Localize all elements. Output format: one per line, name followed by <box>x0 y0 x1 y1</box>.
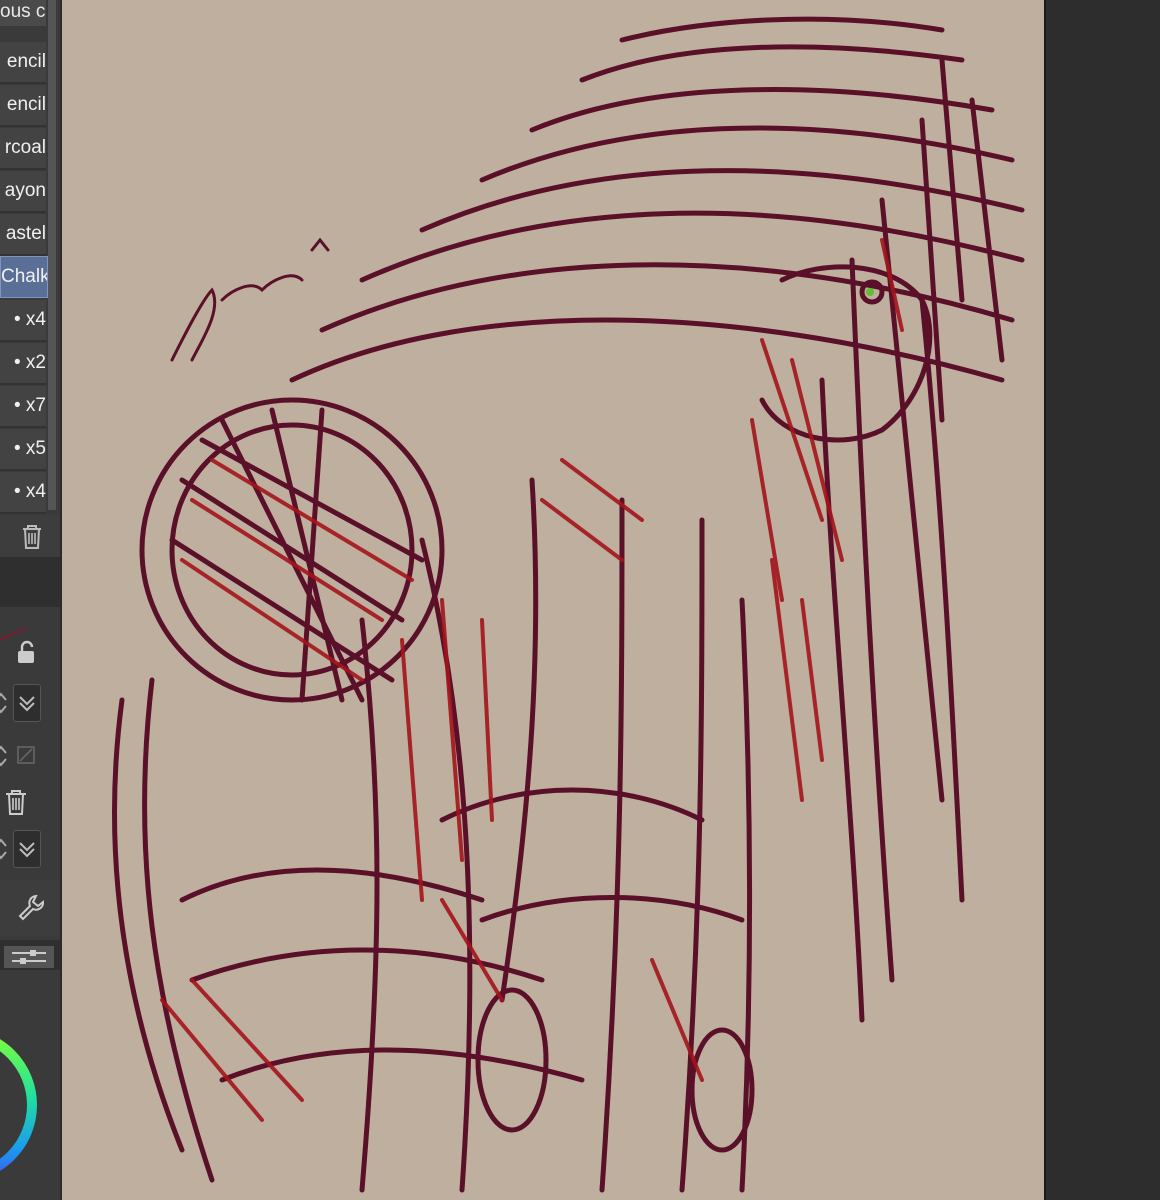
chevron-updown-icon[interactable] <box>0 834 8 864</box>
list-item[interactable]: • x4 <box>0 300 46 342</box>
layer-control-row-1 <box>0 680 60 724</box>
subtool-item-crayon[interactable]: ayon <box>0 171 46 213</box>
layer-control-row-2 <box>0 733 60 777</box>
layer-thumbnail-row[interactable] <box>0 610 60 676</box>
mask-icon[interactable] <box>16 745 36 765</box>
check-toggle[interactable] <box>13 684 41 722</box>
subtool-item-pencil-1[interactable]: encil <box>0 42 46 84</box>
trash-icon[interactable] <box>18 521 46 551</box>
subtool-item-chalk[interactable]: Chalk <box>0 256 48 298</box>
list-item[interactable]: • x2 <box>0 343 46 385</box>
chevron-updown-icon[interactable] <box>0 741 8 771</box>
sliders-icon[interactable] <box>4 946 54 968</box>
right-panel <box>1044 0 1160 1200</box>
list-item[interactable]: • x4 <box>0 472 46 514</box>
color-wheel-icon[interactable] <box>0 1015 40 1175</box>
panel-divider <box>1044 0 1046 1200</box>
panel-scrollbar[interactable] <box>48 0 56 510</box>
subtool-group-title: ous cha <box>0 0 46 26</box>
drawing-canvas[interactable] <box>62 0 1044 1200</box>
subtool-item-pastel[interactable]: astel <box>0 214 46 256</box>
subtool-item-pencil-2[interactable]: encil <box>0 85 46 127</box>
check-icon <box>19 696 35 712</box>
layer-control-row-3 <box>0 826 60 870</box>
check-icon <box>19 842 35 858</box>
check-toggle[interactable] <box>13 830 41 868</box>
lock-icon[interactable] <box>14 640 40 666</box>
subtool-item-charcoal[interactable]: rcoal <box>0 128 46 170</box>
chevron-updown-icon[interactable] <box>0 688 8 718</box>
trash-icon[interactable] <box>2 786 30 818</box>
wrench-icon[interactable] <box>16 892 46 922</box>
chalk-sketch-artwork <box>112 16 1025 1193</box>
list-item[interactable]: • x7 <box>0 386 46 428</box>
panel-gap <box>0 557 60 607</box>
left-panel: ous cha encil encil rcoal ayon astel Cha… <box>0 0 60 1200</box>
list-item[interactable]: • x5 <box>0 429 46 471</box>
